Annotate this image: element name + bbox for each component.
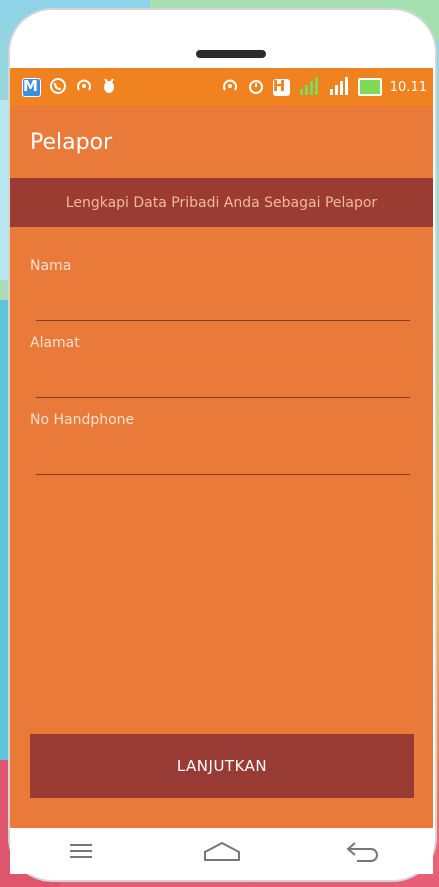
status-bar: M H 10.11 bbox=[10, 68, 433, 106]
android-debug-icon bbox=[101, 77, 117, 98]
menu-icon bbox=[69, 844, 92, 858]
phone-field: No Handphone bbox=[30, 412, 414, 475]
phone-underline bbox=[36, 474, 410, 475]
name-input[interactable] bbox=[36, 284, 414, 314]
signal-icon bbox=[298, 76, 320, 98]
whatsapp-icon bbox=[49, 77, 67, 98]
instruction-text: Lengkapi Data Pribadi Anda Sebagai Pelap… bbox=[65, 194, 378, 211]
back-button[interactable] bbox=[333, 831, 393, 871]
home-icon bbox=[203, 841, 240, 861]
phone-input[interactable] bbox=[36, 438, 414, 468]
status-time: 10.11 bbox=[389, 79, 427, 95]
hotspot-icon bbox=[75, 77, 93, 98]
phone-label: No Handphone bbox=[30, 412, 135, 428]
signal-icon bbox=[328, 76, 350, 98]
messenger-icon: M bbox=[22, 77, 41, 97]
continue-button-label: LANJUTKAN bbox=[176, 757, 268, 775]
address-label: Alamat bbox=[30, 335, 80, 351]
alarm-icon bbox=[247, 77, 265, 98]
app-screen: M H 10.11 Pelapor Lengkapi Data Pribadi … bbox=[10, 68, 433, 828]
name-underline bbox=[36, 320, 410, 321]
address-input[interactable] bbox=[36, 361, 414, 391]
name-label: Nama bbox=[30, 258, 72, 274]
address-underline bbox=[36, 397, 410, 398]
phone-speaker bbox=[196, 50, 266, 58]
home-button[interactable] bbox=[192, 831, 252, 871]
back-icon bbox=[345, 842, 378, 862]
h-network-icon: H bbox=[272, 78, 290, 96]
continue-button[interactable]: LANJUTKAN bbox=[30, 734, 414, 798]
address-field: Alamat bbox=[30, 335, 414, 398]
hotspot-icon bbox=[221, 77, 239, 98]
app-bar: Pelapor bbox=[10, 106, 433, 178]
navigation-bar bbox=[10, 828, 433, 874]
page-title: Pelapor bbox=[30, 129, 113, 155]
name-field: Nama bbox=[30, 258, 414, 321]
menu-button[interactable] bbox=[51, 831, 111, 871]
instruction-banner: Lengkapi Data Pribadi Anda Sebagai Pelap… bbox=[10, 178, 433, 227]
battery-charging-icon bbox=[357, 78, 382, 96]
